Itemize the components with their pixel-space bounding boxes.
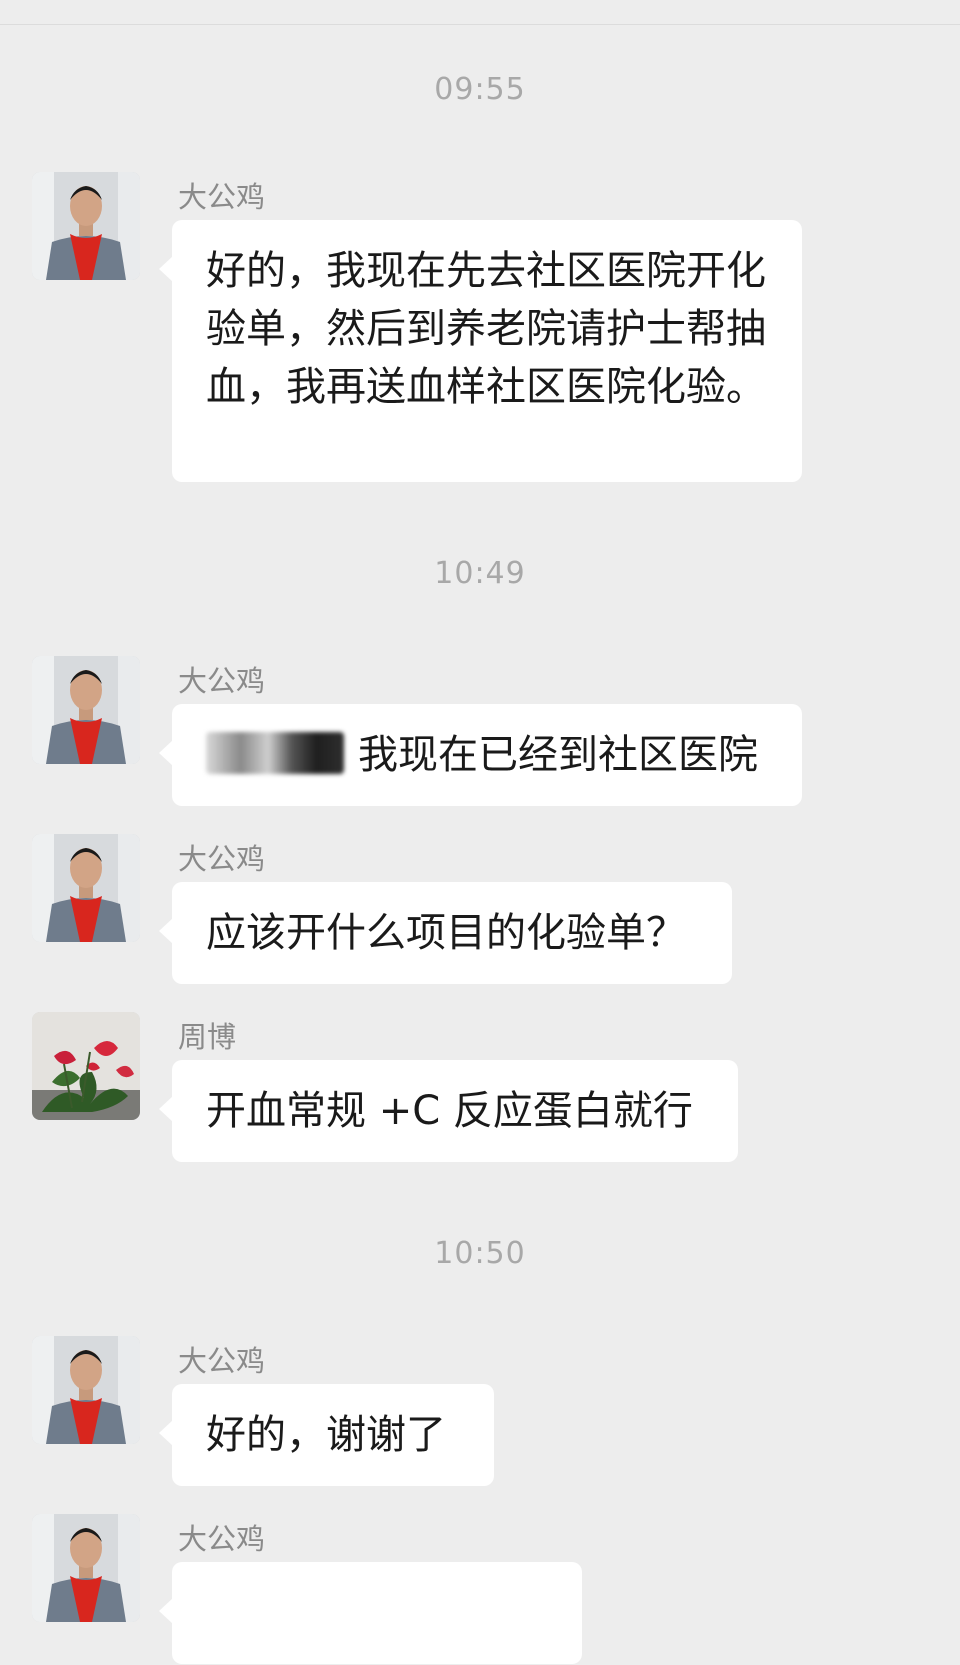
avatar[interactable] — [32, 1012, 140, 1120]
avatar[interactable] — [32, 172, 140, 280]
avatar[interactable] — [32, 656, 140, 764]
avatar[interactable] — [32, 834, 140, 942]
message-text: 好的，我现在先去社区医院开化验单，然后到养老院请护士帮抽血，我再送血样社区医院化… — [206, 248, 766, 410]
message-text: 我现在已经到社区医院 — [358, 732, 758, 778]
message-item: 大公鸡 应该开什么项目的化验单？ — [32, 834, 932, 984]
message-item: 大公鸡 — [32, 1514, 932, 1665]
message-bubble[interactable]: 开血常规 +C 反应蛋白就行 — [159, 1060, 738, 1162]
sender-name: 大公鸡 — [178, 842, 266, 876]
chat-message-list[interactable]: 09:55 大公鸡 好的，我现在先去社区医院开化验单，然后到养老院请护士帮抽血，… — [0, 0, 960, 1665]
sender-name: 大公鸡 — [178, 180, 266, 214]
message-item: 大公鸡 我现在已经到社区医院 — [32, 656, 932, 806]
avatar[interactable] — [32, 1336, 140, 1444]
message-bubble[interactable] — [159, 1562, 582, 1664]
message-bubble[interactable]: 好的，谢谢了 — [159, 1384, 494, 1486]
message-item: 周博 开血常规 +C 反应蛋白就行 — [32, 1012, 932, 1162]
message-text: 好的，谢谢了 — [206, 1412, 446, 1458]
message-item: 大公鸡 好的，我现在先去社区医院开化验单，然后到养老院请护士帮抽血，我再送血样社… — [32, 172, 932, 482]
avatar[interactable] — [32, 1514, 140, 1622]
sender-name: 大公鸡 — [178, 664, 266, 698]
message-bubble[interactable]: 好的，我现在先去社区医院开化验单，然后到养老院请护士帮抽血，我再送血样社区医院化… — [159, 220, 802, 482]
timestamp: 10:49 — [434, 556, 526, 591]
timestamp: 10:50 — [434, 1236, 526, 1271]
message-item: 大公鸡 好的，谢谢了 — [32, 1336, 932, 1486]
sender-name: 大公鸡 — [178, 1522, 266, 1556]
sender-name: 大公鸡 — [178, 1344, 266, 1378]
message-text: 开血常规 +C 反应蛋白就行 — [206, 1088, 693, 1134]
message-bubble[interactable]: 应该开什么项目的化验单？ — [159, 882, 732, 984]
sender-name: 周博 — [178, 1020, 237, 1054]
timestamp: 09:55 — [434, 72, 526, 107]
message-bubble[interactable]: 我现在已经到社区医院 — [159, 704, 802, 806]
redacted-blur — [206, 732, 344, 774]
message-text: 应该开什么项目的化验单？ — [206, 910, 686, 956]
